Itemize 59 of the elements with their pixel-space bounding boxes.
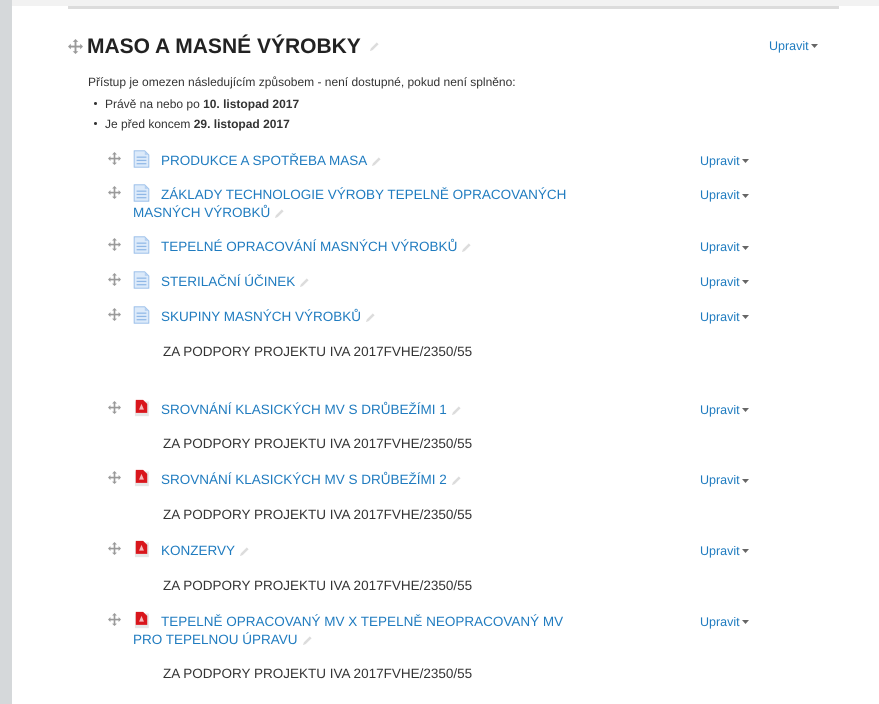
pdf-icon	[133, 398, 150, 416]
caret-icon	[742, 194, 749, 198]
move-icon[interactable]	[108, 612, 121, 626]
bullet-icon	[94, 102, 97, 105]
edit-menu-button[interactable]: Upravit	[700, 471, 749, 490]
resource-link[interactable]: KONZERVY	[133, 540, 593, 560]
edit-menu-button[interactable]: Upravit	[700, 152, 749, 170]
resource-description: ZA PODPORY PROJEKTU IVA 2017FVHE/2350/55	[162, 576, 474, 595]
bullet-icon	[94, 122, 97, 125]
caret-icon	[742, 478, 749, 483]
page-icon	[133, 271, 150, 289]
move-icon[interactable]	[108, 273, 121, 286]
edit-menu-button[interactable]: Upravit	[700, 186, 749, 205]
resource-link[interactable]: SROVNÁNÍ KLASICKÝCH MV S DRŮBEŽÍMI 2	[133, 469, 593, 490]
restriction-note: Přístup je omezen následujícím způsobem - není dostupné, pokud není splněno:	[88, 74, 517, 90]
move-icon[interactable]	[108, 308, 121, 321]
caret-icon	[742, 158, 749, 163]
edit-menu-button[interactable]: Upravit	[700, 308, 749, 326]
caret-icon	[742, 315, 749, 320]
resource-link[interactable]: SKUPINY MASNÝCH VÝROBKŮ	[133, 306, 593, 326]
move-icon[interactable]	[108, 186, 121, 200]
resource-description: ZA PODPORY PROJEKTU IVA 2017FVHE/2350/55	[162, 435, 474, 454]
page-icon	[133, 184, 150, 202]
edit-menu-button[interactable]: Upravit	[700, 400, 749, 420]
caret-icon	[742, 549, 749, 554]
resource-description: ZA PODPORY PROJEKTU IVA 2017FVHE/2350/55	[162, 664, 474, 683]
edit-menu-button[interactable]: Upravit	[700, 238, 749, 257]
resource-link[interactable]: SROVNÁNÍ KLASICKÝCH MV S DRŮBEŽÍMI 1	[133, 398, 593, 418]
page-icon	[133, 236, 150, 254]
move-icon[interactable]	[108, 238, 121, 252]
edit-menu-button[interactable]: Upravit	[700, 542, 749, 561]
resource-description: ZA PODPORY PROJEKTU IVA 2017FVHE/2350/55	[162, 506, 474, 524]
caret-icon	[742, 408, 749, 412]
resource-link[interactable]: PRODUKCE A SPOTŘEBA MASA	[133, 150, 593, 170]
pdf-icon	[133, 469, 150, 488]
pdf-icon	[133, 610, 150, 629]
edit-menu-button[interactable]: Upravit	[700, 612, 749, 632]
resource-description: ZA PODPORY PROJEKTU IVA 2017FVHE/2350/55	[162, 342, 474, 360]
edit-menu-button[interactable]: Upravit	[700, 273, 749, 292]
caret-icon	[810, 44, 818, 48]
move-icon[interactable]	[68, 39, 83, 54]
caret-icon	[742, 280, 749, 284]
caret-icon	[742, 620, 749, 624]
page-icon	[133, 306, 150, 324]
page-icon	[133, 150, 150, 168]
resource-link[interactable]: TEPELNĚ OPRACOVANÝ MV X TEPELNĚ NEOPRACOVANÝ MV PRO TEPELNOU ÚPRAVU	[133, 610, 593, 649]
resource-link[interactable]: TEPELNÉ OPRACOVÁNÍ MASNÝCH VÝROBKŮ	[133, 236, 593, 256]
caret-icon	[742, 246, 749, 250]
restriction-condition: Je před koncem 29. listopad 2017	[105, 116, 290, 132]
pdf-icon	[133, 540, 150, 558]
move-icon[interactable]	[108, 471, 121, 484]
move-icon[interactable]	[108, 542, 121, 555]
edit-menu-button[interactable]: Upravit	[769, 37, 818, 56]
move-icon[interactable]	[108, 152, 121, 164]
move-icon[interactable]	[108, 400, 121, 414]
resource-link[interactable]: ZÁKLADY TECHNOLOGIE VÝROBY TEPELNĚ OPRACOVANÝCH MASNÝCH VÝROBKŮ	[133, 184, 593, 222]
restriction-condition: Právě na nebo po 10. listopad 2017	[105, 96, 300, 112]
section-title: MASO A MASNÉ VÝROBKY	[87, 33, 361, 60]
resource-link[interactable]: STERILAČNÍ ÚČINEK	[133, 271, 593, 291]
